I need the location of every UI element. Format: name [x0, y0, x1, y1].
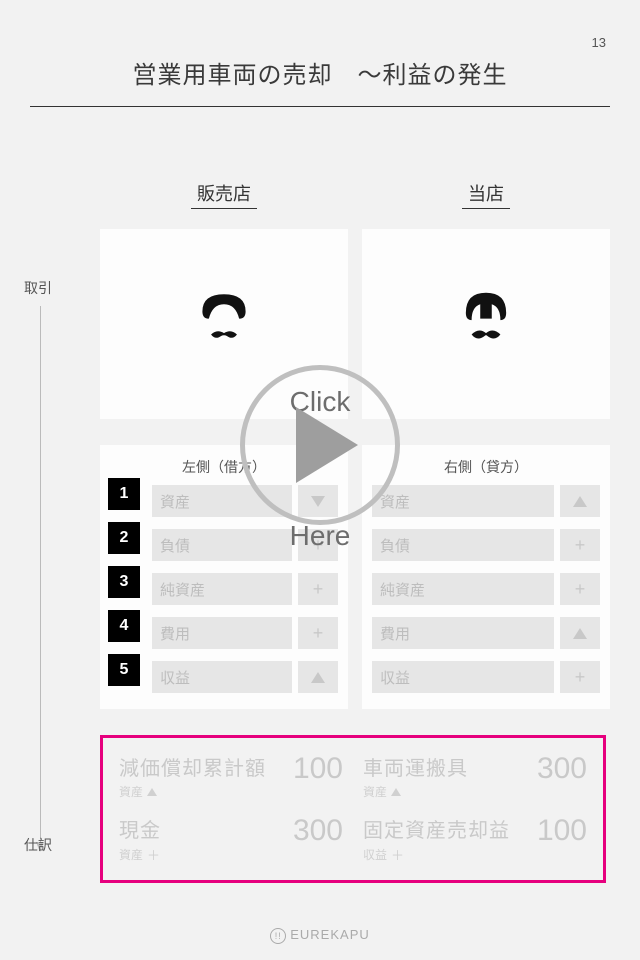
- side-label-journal: 仕訳: [24, 835, 52, 855]
- mark-increase-icon: [298, 661, 338, 693]
- journal-credit-col: 車両運搬具 資産 300 固定資産売却益 収益＋ 100: [363, 752, 587, 866]
- journal-amount: 100: [293, 752, 343, 786]
- flow-arrow: [40, 306, 41, 851]
- page-title: 営業用車両の売却 〜利益の発生: [40, 55, 600, 90]
- journal-subtype: 資産＋: [119, 845, 161, 864]
- title-underline: [30, 106, 610, 107]
- journal-account: 車両運搬具: [363, 752, 468, 781]
- play-triangle-icon: [296, 407, 358, 483]
- row-number-1: 1: [108, 478, 140, 510]
- side-label-transaction: 取引: [24, 278, 52, 298]
- journal-row: 固定資産売却益 収益＋ 100: [363, 814, 587, 864]
- journal-row: 車両運搬具 資産 300: [363, 752, 587, 800]
- journal-subtype: 資産: [119, 783, 266, 800]
- journal-amount: 100: [537, 814, 587, 848]
- plus-icon: ＋: [147, 845, 160, 864]
- credit-row-expense: 費用: [372, 617, 600, 649]
- seller-header: 販売店: [191, 180, 257, 209]
- person-buyer-icon: [450, 287, 522, 359]
- label-revenue: 収益: [372, 661, 554, 693]
- debit-row-expense: 費用 +: [152, 617, 338, 649]
- brand-mark-icon: !!: [270, 928, 286, 944]
- buyer-header: 当店: [462, 180, 510, 209]
- row-number-2: 2: [108, 522, 140, 554]
- label-expense: 費用: [152, 617, 292, 649]
- mark-plus-icon: +: [560, 529, 600, 561]
- page-number: 13: [592, 35, 606, 50]
- mark-increase-icon: [560, 485, 600, 517]
- label-expense: 費用: [372, 617, 554, 649]
- journal-row: 現金 資産＋ 300: [119, 814, 343, 864]
- row-number-5: 5: [108, 654, 140, 686]
- journal-amount: 300: [293, 814, 343, 848]
- journal-amount: 300: [537, 752, 587, 786]
- play-circle-icon: [240, 365, 400, 525]
- label-revenue: 収益: [152, 661, 292, 693]
- triangle-up-icon: [147, 788, 157, 796]
- footer-brand: !! EUREKAPU: [0, 927, 640, 944]
- journal-account: 現金: [119, 814, 161, 843]
- mark-plus-icon: +: [560, 661, 600, 693]
- mark-increase-icon: [560, 617, 600, 649]
- journal-account: 固定資産売却益: [363, 814, 510, 843]
- journal-subtype: 収益＋: [363, 845, 510, 864]
- mark-plus-icon: +: [298, 617, 338, 649]
- overlay-text-here: Here: [290, 520, 351, 552]
- slide-page: 13 営業用車両の売却 〜利益の発生 取引 仕訳 販売店 当店: [0, 0, 640, 960]
- debit-row-revenue: 収益: [152, 661, 338, 693]
- row-number-3: 3: [108, 566, 140, 598]
- journal-entry-box: 減価償却累計額 資産 100 現金 資産＋ 300 車両運搬具 資産 300: [100, 735, 606, 883]
- credit-row-revenue: 収益 +: [372, 661, 600, 693]
- brand-text: EUREKAPU: [290, 927, 370, 942]
- journal-subtype: 資産: [363, 783, 468, 800]
- plus-icon: ＋: [391, 845, 404, 864]
- journal-account: 減価償却累計額: [119, 752, 266, 781]
- journal-debit-col: 減価償却累計額 資産 100 現金 資産＋ 300: [119, 752, 343, 866]
- row-number-4: 4: [108, 610, 140, 642]
- person-seller-icon: [188, 287, 260, 359]
- row-numbers: 1 2 3 4 5: [108, 478, 140, 686]
- triangle-up-icon: [391, 788, 401, 796]
- journal-row: 減価償却累計額 資産 100: [119, 752, 343, 800]
- header: 13 営業用車両の売却 〜利益の発生: [0, 0, 640, 98]
- mark-plus-icon: +: [560, 573, 600, 605]
